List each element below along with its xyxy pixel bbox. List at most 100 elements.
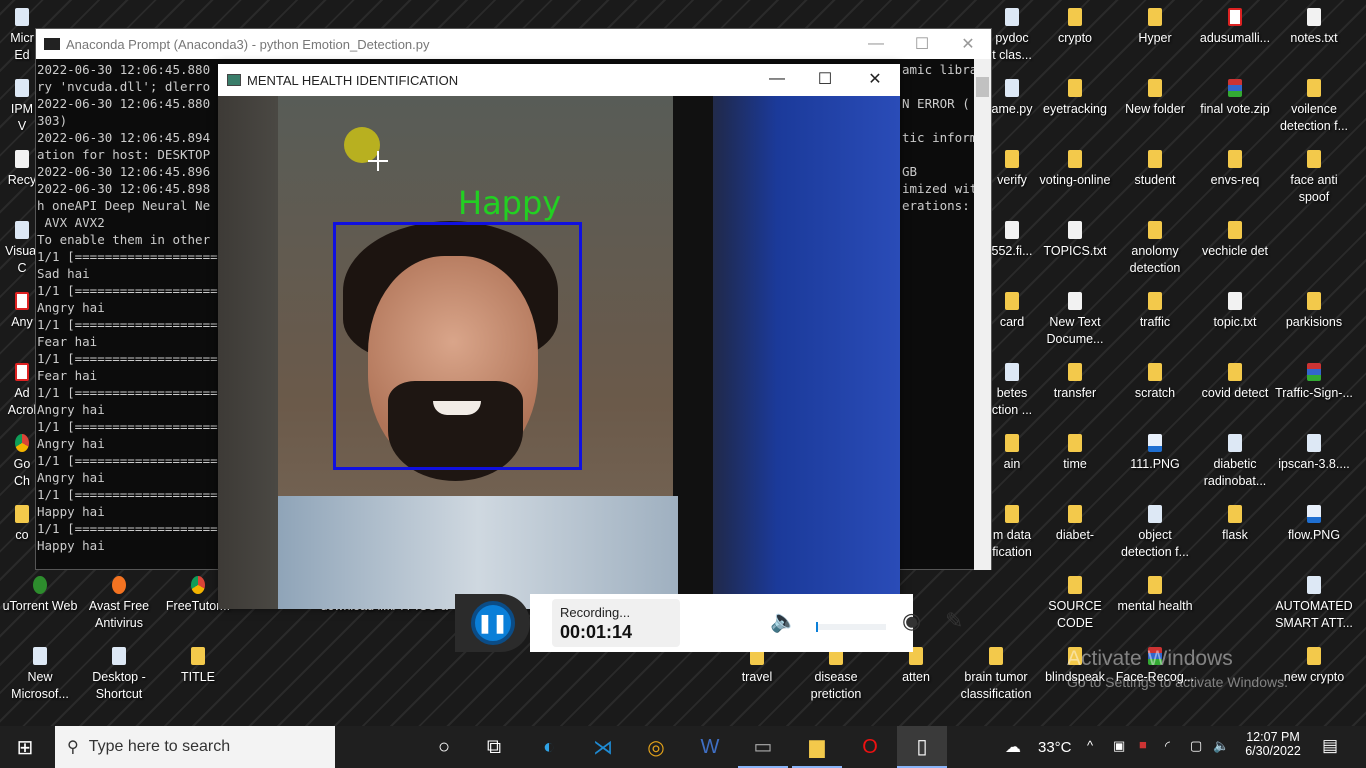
desktop-icon[interactable]: Desktop - Shortcut <box>79 647 159 703</box>
notepad-icon[interactable]: ▯ <box>897 726 947 768</box>
webcam-icon[interactable]: ◉ <box>902 608 921 634</box>
desktop-icon[interactable]: notes.txt <box>1274 8 1354 47</box>
photo-frame-edge <box>673 96 713 609</box>
folder-icon <box>1148 221 1162 239</box>
desktop-icon[interactable]: crypto <box>1035 8 1115 47</box>
pause-icon[interactable]: ❚❚ <box>470 601 515 645</box>
desktop-icon[interactable]: voting-online <box>1035 150 1115 189</box>
file-explorer-icon[interactable]: ▆ <box>792 726 842 768</box>
desktop-icon[interactable]: topic.txt <box>1195 292 1275 331</box>
desktop-icon[interactable]: SOURCE CODE <box>1035 576 1115 632</box>
mic-level-slider[interactable] <box>816 622 886 632</box>
desktop-icon[interactable]: time <box>1035 434 1115 473</box>
console-line-text: AVX AVX2 <box>37 215 105 230</box>
chevron-up-icon[interactable]: ^ <box>1087 738 1093 753</box>
desktop-icon[interactable]: flask <box>1195 505 1275 544</box>
desktop-icon[interactable]: flow.PNG <box>1274 505 1354 544</box>
desktop-icon[interactable]: New folder <box>1115 79 1195 118</box>
desktop-icon[interactable]: Traffic-Sign-... <box>1274 363 1354 402</box>
desktop-icon[interactable]: 111.PNG <box>1115 434 1195 473</box>
cortana-icon[interactable]: ○ <box>419 726 469 768</box>
console-line-tail: tic inform <box>902 130 978 145</box>
console-line-text: 1/1 [=================== <box>37 419 218 434</box>
opera-icon[interactable]: O <box>845 726 895 768</box>
mental-health-window[interactable]: MENTAL HEALTH IDENTIFICATION — ☐ ✕ Happy <box>218 64 900 609</box>
desktop-icon[interactable]: diabet- <box>1035 505 1115 544</box>
desktop-icon[interactable]: Avast Free Antivirus <box>79 576 159 632</box>
desktop-icon[interactable]: final vote.zip <box>1195 79 1275 118</box>
console-line-text: ation for host: DESKTOP <box>37 147 211 162</box>
meet-now-icon[interactable]: ▣ <box>1113 738 1125 754</box>
window-icon <box>227 74 241 86</box>
desktop-icon[interactable]: atten <box>876 647 956 686</box>
desktop-icon[interactable]: disease pretiction <box>796 647 876 703</box>
desktop-icon[interactable]: mental health <box>1115 576 1195 615</box>
desktop-icon[interactable]: covid detect <box>1195 363 1275 402</box>
desktop-icon[interactable]: anolomy detection <box>1115 221 1195 277</box>
desktop-icon[interactable]: diabetic radinobat... <box>1195 434 1275 490</box>
anydesk-icon <box>15 292 29 310</box>
start-windows-icon[interactable]: ⊞ <box>0 726 50 768</box>
close-button[interactable]: ✕ <box>852 64 898 94</box>
task-view-icon[interactable]: ⧉ <box>469 726 519 768</box>
folder-icon <box>1068 79 1082 97</box>
desktop-icon-label: m data fication <box>992 528 1032 559</box>
desktop-icon-label: diabet- <box>1055 528 1095 542</box>
microphone-mute-icon[interactable]: 🔈 <box>770 608 797 634</box>
desktop-icon[interactable]: TOPICS.txt <box>1035 221 1115 260</box>
console-scrollbar[interactable] <box>974 59 991 570</box>
folder-icon <box>1005 434 1019 452</box>
pen-icon[interactable]: ✎ <box>945 608 963 634</box>
close-button[interactable]: ✕ <box>945 29 991 59</box>
terminal-icon[interactable]: ▭ <box>738 726 788 768</box>
weather-icon[interactable]: ☁ <box>1005 737 1021 757</box>
clock[interactable]: 12:07 PM 6/30/2022 <box>1244 730 1302 758</box>
desktop-icon[interactable]: face anti spoof <box>1274 150 1354 206</box>
desktop-icon[interactable]: New Microsof... <box>0 647 80 703</box>
search-box[interactable]: ⚲ Type here to search <box>55 726 335 768</box>
desktop-icon[interactable]: scratch <box>1115 363 1195 402</box>
desktop-icon[interactable]: traffic <box>1115 292 1195 331</box>
mic-level-fill <box>816 622 818 632</box>
desktop-icon[interactable]: voilence detection f... <box>1274 79 1354 135</box>
chrome-icon[interactable]: ◎ <box>631 726 681 768</box>
desktop-icon-label: Desktop - Shortcut <box>92 670 146 701</box>
desktop-icon[interactable]: envs-req <box>1195 150 1275 189</box>
desktop-icon[interactable]: adusumalli... <box>1195 8 1275 47</box>
desktop-icon[interactable]: vechicle det <box>1195 221 1275 260</box>
desktop-icon[interactable]: travel <box>717 647 797 686</box>
desktop-icon-label: anolomy detection <box>1129 244 1181 275</box>
desktop-icon[interactable]: New Text Docume... <box>1035 292 1115 348</box>
minimize-button[interactable]: — <box>853 29 899 59</box>
desktop-icon[interactable]: ipscan-3.8.... <box>1274 434 1354 473</box>
desktop-icon[interactable]: TITLE <box>158 647 238 686</box>
desktop-icon[interactable]: object detection f... <box>1115 505 1195 561</box>
desktop-icon[interactable]: parkisions <box>1274 292 1354 331</box>
edge-icon[interactable]: ◐ <box>524 726 574 768</box>
desktop-icon[interactable]: student <box>1115 150 1195 189</box>
maximize-button[interactable]: ☐ <box>802 64 848 94</box>
shortcut-icon <box>112 647 126 665</box>
desktop-icon[interactable]: eyetracking <box>1035 79 1115 118</box>
desktop-icon[interactable]: brain tumor classification <box>956 647 1036 703</box>
wifi-icon[interactable]: ◜ <box>1165 738 1170 754</box>
volume-icon[interactable]: 🔈 <box>1213 738 1229 754</box>
maximize-button[interactable]: ☐ <box>899 29 945 59</box>
desktop-icon[interactable]: uTorrent Web <box>0 576 80 615</box>
desktop-icon[interactable]: transfer <box>1035 363 1115 402</box>
notifications-icon[interactable]: ▤ <box>1322 736 1338 756</box>
detector-title-bar[interactable]: MENTAL HEALTH IDENTIFICATION — ☐ ✕ <box>218 64 900 96</box>
activation-watermark-subtitle: Go to Settings to activate Windows. <box>1067 674 1288 690</box>
temperature[interactable]: 33°C <box>1038 739 1072 756</box>
desktop-icon[interactable]: Hyper <box>1115 8 1195 47</box>
console-title-bar[interactable]: Anaconda Prompt (Anaconda3) - python Emo… <box>36 29 991 59</box>
console-line-text: Sad hai <box>37 266 90 281</box>
search-placeholder: Type here to search <box>88 738 231 755</box>
minimize-button[interactable]: — <box>754 64 800 94</box>
vscode-icon[interactable]: ⋊ <box>578 726 628 768</box>
word-icon[interactable]: W <box>685 726 735 768</box>
battery-icon[interactable]: ▢ <box>1190 738 1202 754</box>
app-tray-icon[interactable]: ■ <box>1139 737 1147 752</box>
desktop-icon[interactable]: AUTOMATED SMART ATT... <box>1274 576 1354 632</box>
scroll-thumb[interactable] <box>976 77 989 97</box>
